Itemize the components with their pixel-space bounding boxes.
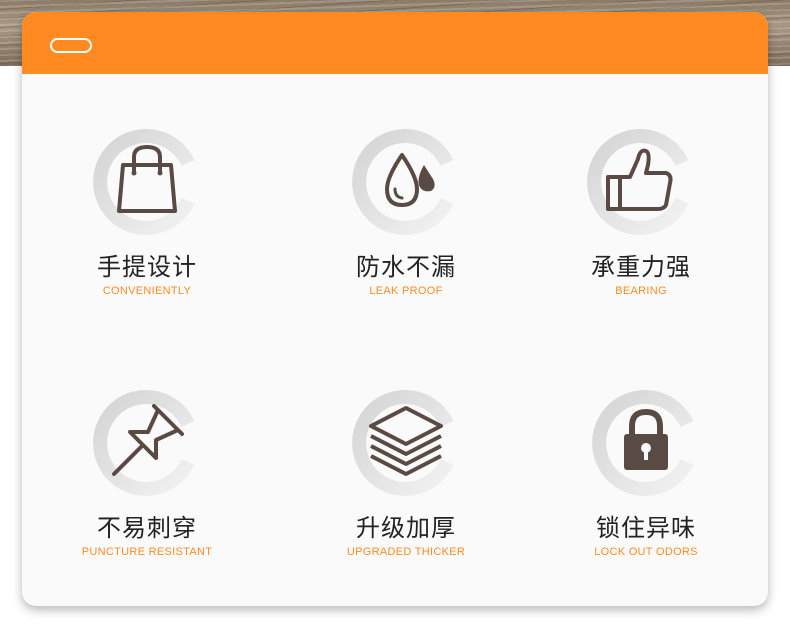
card-header xyxy=(22,12,768,74)
pushpin-icon xyxy=(112,404,184,476)
feature-subtitle: LOCK OUT ODORS xyxy=(594,546,698,558)
water-drop-icon xyxy=(385,153,435,207)
feature-icon-badge xyxy=(351,388,461,498)
feature-subtitle: LEAK PROOF xyxy=(369,285,443,297)
feature-padlock: 锁住异味 LOCK OUT ODORS xyxy=(556,388,736,568)
feature-pushpin: 不易刺穿 PUNCTURE RESISTANT xyxy=(57,388,237,568)
feature-thumbs-up: 承重力强 BEARING xyxy=(551,127,731,307)
pill-decoration-icon xyxy=(50,38,92,53)
feature-subtitle: UPGRADED THICKER xyxy=(346,546,466,558)
feature-icon-badge xyxy=(92,127,202,237)
feature-title: 承重力强 xyxy=(591,253,691,281)
feature-subtitle: BEARING xyxy=(615,285,667,297)
feature-title: 不易刺穿 xyxy=(97,514,197,542)
padlock-icon xyxy=(624,408,668,470)
feature-subtitle: CONVENIENTLY xyxy=(102,285,192,297)
handbag-icon xyxy=(117,144,177,213)
feature-icon-badge xyxy=(92,388,202,498)
feature-subtitle: PUNCTURE RESISTANT xyxy=(81,546,213,558)
feature-icon-badge xyxy=(586,127,696,237)
feature-handbag: 手提设计 CONVENIENTLY xyxy=(57,127,237,307)
thumbs-up-icon xyxy=(606,148,673,211)
feature-water-drop: 防水不漏 LEAK PROOF xyxy=(316,127,496,307)
feature-title: 手提设计 xyxy=(97,253,197,281)
feature-title: 防水不漏 xyxy=(356,253,456,281)
features-card: 手提设计 CONVENIENTLY 防水不漏 LEAK PROOF 承重力强 B… xyxy=(22,12,768,606)
feature-title: 升级加厚 xyxy=(356,514,456,542)
feature-title: 锁住异味 xyxy=(596,514,696,542)
layers-icon xyxy=(369,406,443,476)
feature-icon-badge xyxy=(351,127,461,237)
feature-icon-badge xyxy=(591,388,701,498)
feature-layers: 升级加厚 UPGRADED THICKER xyxy=(316,388,496,568)
